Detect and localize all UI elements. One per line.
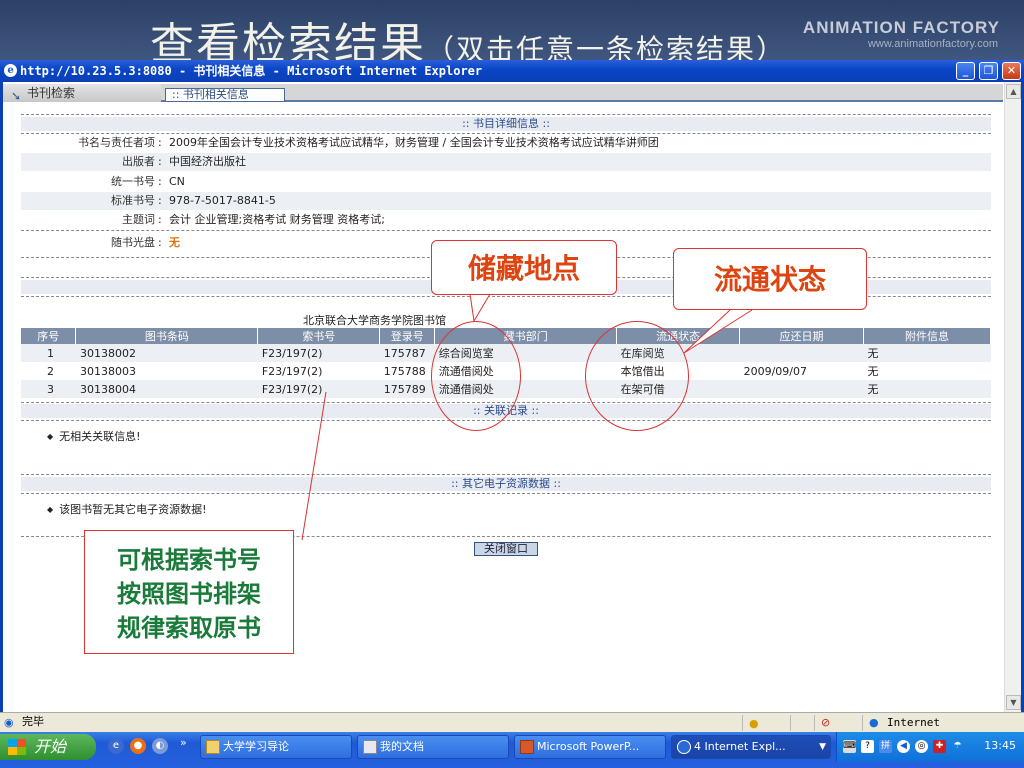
note-line: 可根据索书号 bbox=[117, 545, 261, 574]
pointer-line bbox=[301, 391, 327, 541]
zone-label: Internet bbox=[887, 716, 940, 729]
callout-status: 流通状态 bbox=[673, 248, 867, 310]
taskbar-item[interactable]: 我的文档 bbox=[357, 735, 509, 759]
taskbar-item-label: 4 Internet Expl... bbox=[694, 740, 786, 753]
start-button[interactable]: 开始 bbox=[0, 734, 96, 760]
highlight-circle-status bbox=[585, 321, 689, 431]
status-cell: ⊘ bbox=[814, 715, 862, 731]
ie-quicklaunch-icon[interactable]: e bbox=[108, 738, 124, 754]
note-line: 规律索取原书 bbox=[117, 613, 261, 642]
network-icon[interactable]: ☂ bbox=[951, 740, 964, 753]
firefox-icon[interactable]: ● bbox=[130, 738, 146, 754]
taskbar-item[interactable]: 大学学习导论 bbox=[200, 735, 352, 759]
highlight-circle-location bbox=[431, 321, 521, 431]
status-zone: ● Internet bbox=[862, 715, 1012, 731]
powerpoint-icon bbox=[520, 740, 534, 754]
taskbar-item-label: Microsoft PowerP... bbox=[537, 740, 640, 753]
taskbar-item-label: 大学学习导论 bbox=[223, 740, 289, 753]
windows-logo-icon bbox=[8, 739, 26, 755]
callout-tail bbox=[469, 293, 491, 323]
globe-icon: ● bbox=[869, 716, 879, 729]
clock-app-icon[interactable]: ◎ bbox=[915, 740, 928, 753]
ie-taskbar-icon bbox=[677, 740, 691, 754]
status-cell: ● bbox=[742, 715, 782, 731]
note-line: 按照图书排架 bbox=[117, 579, 261, 608]
system-tray: ⌨ ? 拼 ◀ ◎ ✚ ☂ 13:45 bbox=[836, 732, 1024, 762]
antivirus-icon[interactable]: ✚ bbox=[933, 740, 946, 753]
language-icon[interactable]: 拼 bbox=[879, 740, 892, 753]
chevron-down-icon: ▼ bbox=[819, 742, 826, 752]
keyboard-icon[interactable]: ⌨ bbox=[843, 740, 856, 753]
taskbar: 开始 e ● ◐ » 大学学习导论 我的文档 Microsoft PowerP.… bbox=[0, 732, 1024, 768]
messenger-icon[interactable]: ◐ bbox=[152, 738, 168, 754]
back-icon[interactable]: ◀ bbox=[897, 740, 910, 753]
status-text: 完毕 bbox=[22, 715, 44, 728]
folder-icon bbox=[206, 740, 220, 754]
documents-icon bbox=[363, 740, 377, 754]
taskbar-item[interactable]: Microsoft PowerP... bbox=[514, 735, 666, 759]
clock[interactable]: 13:45 bbox=[984, 739, 1016, 752]
taskbar-item-label: 我的文档 bbox=[380, 740, 424, 753]
status-bar: ◉ 完毕 ● ⊘ ● Internet bbox=[0, 712, 1024, 732]
privacy-icon[interactable]: ⊘ bbox=[821, 714, 830, 732]
note-box: 可根据索书号 按照图书排架 规律索取原书 bbox=[84, 530, 294, 654]
taskbar-item[interactable]: 4 Internet Expl... ▼ bbox=[671, 735, 831, 759]
status-cell bbox=[790, 715, 814, 731]
help-icon[interactable]: ? bbox=[861, 740, 874, 753]
start-label: 开始 bbox=[34, 737, 67, 756]
warning-icon: ● bbox=[749, 717, 759, 730]
page-done-icon: ◉ bbox=[4, 716, 14, 729]
callout-location: 储藏地点 bbox=[431, 240, 617, 295]
callout-tail bbox=[683, 309, 753, 354]
quicklaunch-expand-icon[interactable]: » bbox=[180, 736, 187, 749]
